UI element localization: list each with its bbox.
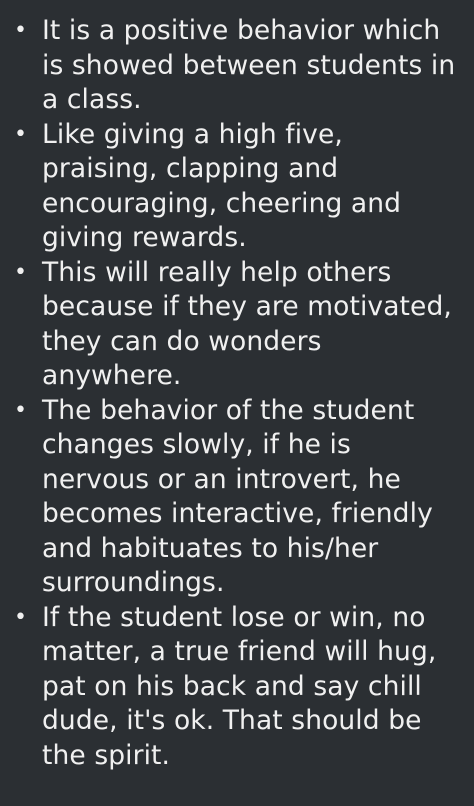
bullet-list: • It is a positive behavior which is sho… [14, 14, 462, 773]
answer-page: • It is a positive behavior which is sho… [0, 0, 474, 806]
bullet-text: It is a positive behavior which is showe… [42, 15, 456, 115]
bullet-text: The behavior of the student changes slow… [42, 394, 433, 599]
bullet-item-3: • This will really help others because i… [14, 256, 462, 394]
bullet-item-2: • Like giving a high five, praising, cla… [14, 118, 462, 256]
bullet-point: • [14, 397, 28, 423]
bullet-item-5: • If the student lose or win, no matter,… [14, 601, 462, 774]
bullet-point: • [14, 121, 28, 147]
bullet-text: This will really help others because if … [42, 256, 452, 392]
bullet-point: • [14, 259, 28, 285]
bullet-point: • [14, 18, 28, 43]
bullet-item-4: • The behavior of the student changes sl… [14, 394, 462, 601]
bullet-item-1: • It is a positive behavior which is sho… [14, 14, 462, 118]
bullet-text: If the student lose or win, no matter, a… [42, 601, 437, 771]
bullet-point: • [14, 604, 28, 630]
bullet-text: Like giving a high five, praising, clapp… [42, 118, 402, 254]
